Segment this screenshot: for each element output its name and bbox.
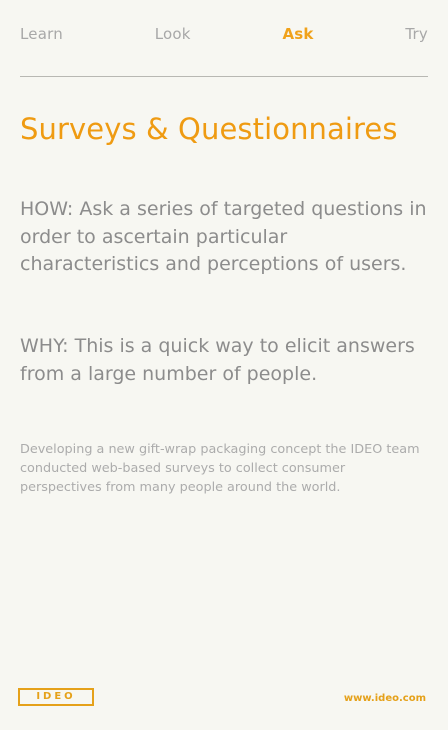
method-card: Learn Look Ask Try Surveys & Questionnai… [0, 0, 448, 730]
nav-look[interactable]: Look [155, 26, 191, 42]
example-note: Developing a new gift-wrap packaging con… [20, 442, 420, 495]
why-text: WHY: This is a quick way to elicit answe… [20, 335, 415, 385]
how-text: HOW: Ask a series of targeted questions … [20, 198, 427, 276]
ideo-logo: IDEO [18, 688, 94, 706]
nav-ask[interactable]: Ask [282, 26, 313, 42]
website-url: www.ideo.com [343, 693, 426, 704]
page-title: Surveys & Questionnaires [20, 112, 398, 146]
top-navigation: Learn Look Ask Try [20, 18, 428, 50]
top-divider [20, 76, 428, 77]
nav-learn[interactable]: Learn [20, 26, 63, 42]
nav-try[interactable]: Try [405, 26, 428, 42]
